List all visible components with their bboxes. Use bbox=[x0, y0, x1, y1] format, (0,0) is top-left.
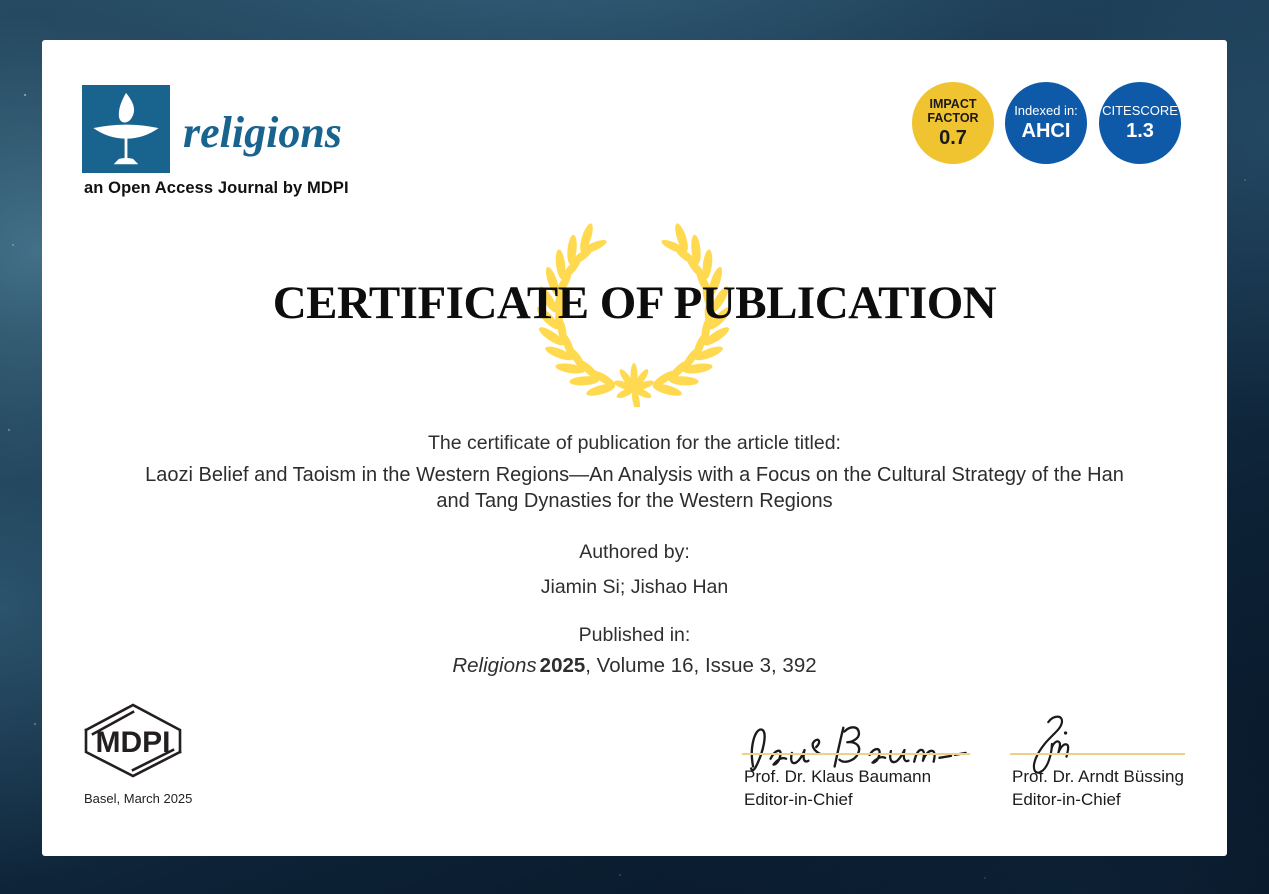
signature-block-right: Prof. Dr. Arndt Büssing Editor-in-Chief bbox=[1010, 678, 1185, 813]
citescore-badge: CITESCORE 1.3 bbox=[1099, 82, 1181, 164]
signatory-role: Editor-in-Chief bbox=[744, 788, 931, 811]
published-in-label: Published in: bbox=[42, 624, 1227, 647]
authored-by-label: Authored by: bbox=[42, 541, 1227, 564]
mdpi-wordmark: MDPI bbox=[96, 726, 171, 759]
signatory-name: Prof. Dr. Klaus Baumann bbox=[744, 765, 931, 788]
publication-details: , Volume 16, Issue 3, 392 bbox=[585, 654, 816, 677]
signatory-name-role: Prof. Dr. Klaus Baumann Editor-in-Chief bbox=[744, 765, 931, 811]
signature-line bbox=[742, 753, 970, 755]
signatory-name-role: Prof. Dr. Arndt Büssing Editor-in-Chief bbox=[1012, 765, 1184, 811]
authors: Jiamin Si; Jishao Han bbox=[42, 576, 1227, 599]
certificate-card: religions an Open Access Journal by MDPI… bbox=[42, 40, 1227, 856]
signatory-role: Editor-in-Chief bbox=[1012, 788, 1184, 811]
journal-name: religions bbox=[183, 101, 342, 158]
impact-factor-label: IMPACT FACTOR bbox=[920, 97, 986, 125]
citescore-label: CITESCORE bbox=[1102, 104, 1178, 119]
mdpi-hexagon-icon: MDPI bbox=[78, 700, 188, 780]
publication-info: Religions2025, Volume 16, Issue 3, 392 bbox=[42, 654, 1227, 678]
intro-line: The certificate of publication for the a… bbox=[42, 432, 1227, 455]
article-title: Laozi Belief and Taoism in the Western R… bbox=[139, 463, 1130, 514]
place-date: Basel, March 2025 bbox=[84, 791, 192, 806]
journal-tagline: an Open Access Journal by MDPI bbox=[84, 179, 349, 198]
signatory-name: Prof. Dr. Arndt Büssing bbox=[1012, 765, 1184, 788]
publication-year: 2025 bbox=[540, 654, 586, 677]
citescore-value: 1.3 bbox=[1126, 120, 1154, 142]
impact-factor-value: 0.7 bbox=[939, 127, 967, 149]
journal-logo: religions bbox=[82, 85, 342, 173]
publication-journal: Religions bbox=[452, 654, 536, 677]
indexed-in-label: Indexed in: bbox=[1008, 104, 1084, 119]
signature-block-left: Prof. Dr. Klaus Baumann Editor-in-Chief bbox=[742, 678, 970, 813]
chalice-flame-icon bbox=[82, 85, 170, 173]
impact-factor-badge: IMPACT FACTOR 0.7 bbox=[912, 82, 994, 164]
certificate-title: CERTIFICATE OF PUBLICATION bbox=[42, 276, 1227, 330]
indexed-in-badge: Indexed in: AHCI bbox=[1005, 82, 1087, 164]
indexed-in-value: AHCI bbox=[1022, 120, 1071, 142]
signature-line bbox=[1010, 753, 1185, 755]
